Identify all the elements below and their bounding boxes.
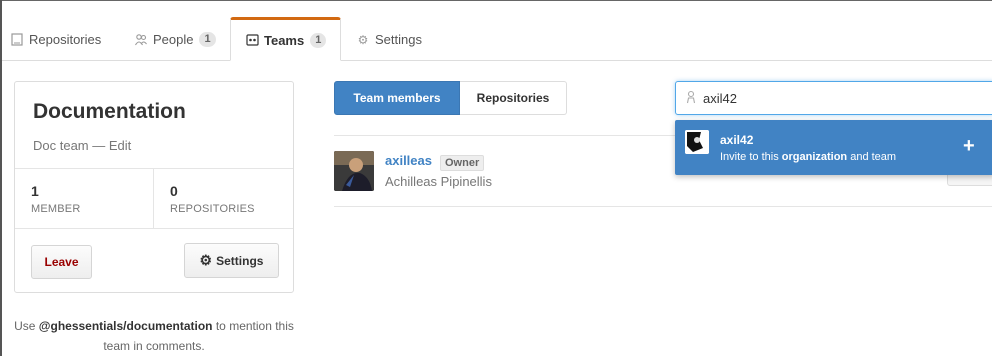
member-search-box [675,81,992,115]
team-description-text: Doc team [33,138,89,153]
frame-top-border [0,0,992,1]
settings-label: Settings [216,253,264,268]
tab-label: Repositories [29,32,102,47]
member-label: MEMBER [31,203,81,215]
member-login-link[interactable]: axilleas [385,153,432,168]
tab-label: Settings [375,32,422,47]
member-stat[interactable]: 1 MEMBER [15,169,154,229]
add-member-icon[interactable]: + [963,134,975,158]
tab-repositories[interactable]: Repositories [10,18,101,61]
invite-prefix: Invite to this [720,151,782,163]
member-full-name: Achilleas Pipinellis [385,174,492,189]
org-tabs: Repositories People 1 Teams 1 ⚙ Settings [2,17,992,61]
people-icon [134,33,148,47]
list-bottom-divider [334,206,992,207]
gear-icon: ⚙ [357,32,369,47]
invite-suffix: and team [847,151,897,163]
mention-prefix: Use [14,319,39,333]
repositories-count: 0 [170,183,178,199]
suggestion-avatar [685,130,709,154]
team-description: Doc team — Edit [33,138,131,153]
avatar[interactable] [334,151,374,191]
team-name: Documentation [33,100,186,123]
teams-count-badge: 1 [310,32,327,48]
member-search-input[interactable] [703,90,963,106]
gear-icon: ⚙ [199,252,213,268]
member-count: 1 [31,183,39,199]
person-icon [686,90,696,107]
team-view-tabs: Team members Repositories [334,81,567,115]
mention-handle: @ghessentials/documentation [38,319,213,333]
tab-teams[interactable]: Teams 1 [230,17,342,61]
tab-people[interactable]: People 1 [134,18,216,61]
team-stats: 1 MEMBER 0 REPOSITORIES [15,168,293,229]
owner-badge: Owner [440,155,485,171]
suggestion-login: axil42 [720,133,754,147]
teams-icon [245,33,259,47]
team-card: Documentation Doc team — Edit 1 MEMBER 0… [14,81,294,293]
mention-hint: Use @ghessentials/documentation to menti… [2,316,306,356]
tab-team-members[interactable]: Team members [334,81,460,115]
repo-icon [10,32,24,47]
edit-description-link[interactable]: Edit [109,138,131,153]
tab-settings[interactable]: ⚙ Settings [356,18,422,61]
tab-label: Teams [264,32,305,48]
people-count-badge: 1 [199,32,216,47]
repositories-label: REPOSITORIES [170,203,255,215]
search-suggestion[interactable]: axil42 Invite to this organization and t… [675,120,992,175]
description-separator: — [88,138,109,153]
tab-label: People [153,32,194,47]
tab-team-repositories[interactable]: Repositories [460,81,567,115]
suggestion-invite-text: Invite to this organization and team [720,151,896,163]
team-settings-button[interactable]: ⚙ Settings [184,243,279,278]
leave-button[interactable]: Leave [31,245,92,279]
invite-bold: organization [781,151,848,163]
repositories-stat[interactable]: 0 REPOSITORIES [154,169,293,229]
